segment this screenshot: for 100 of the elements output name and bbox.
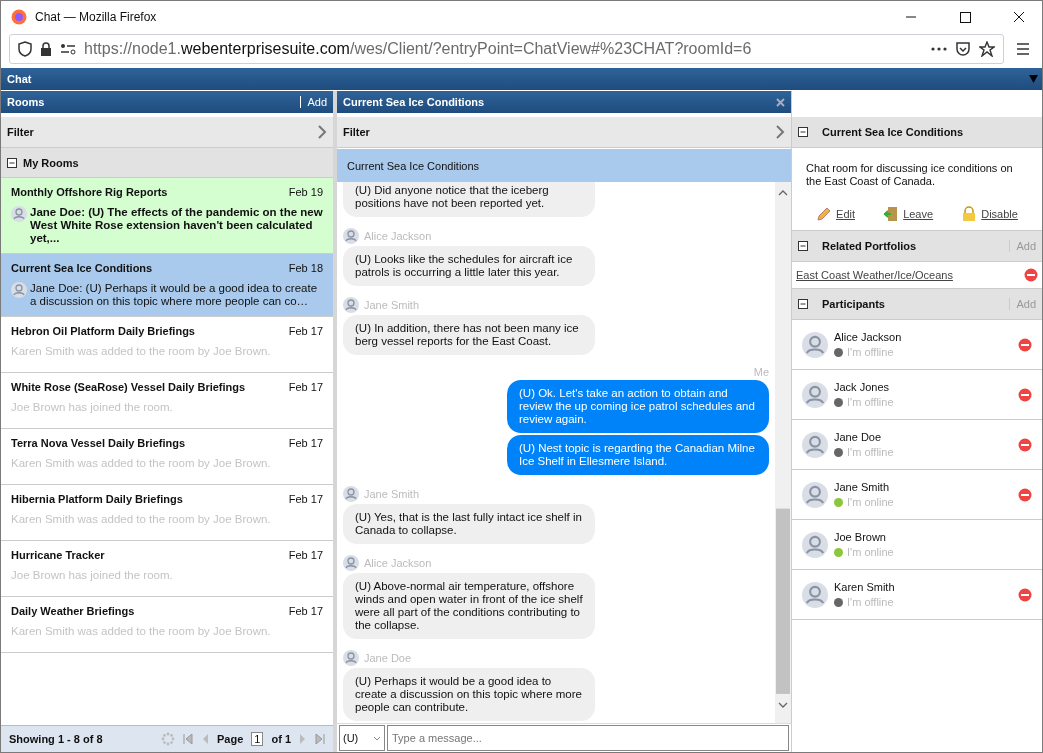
room-date: Feb 17 bbox=[288, 493, 323, 505]
remove-icon[interactable] bbox=[1018, 337, 1032, 352]
participant-name: Jane Smith bbox=[834, 481, 891, 493]
message-bubble: (U) Ok. Let's take an action to obtain and review the up coming ice patrol schedules and review again. bbox=[507, 380, 769, 433]
participant-status: I'm offline bbox=[834, 396, 1012, 408]
address-field[interactable]: https://node1.webenterprisesuite.com/wes/Client/?entryPoint=ChatView#%23CHAT?roomId=6 bbox=[9, 34, 1004, 64]
room-item[interactable]: Current Sea Ice Conditions Feb 18 Jane Doe: (U) Perhaps it would be a good idea to create a discussion on this topic where more people can co… bbox=[1, 254, 333, 317]
avatar-icon bbox=[11, 206, 27, 222]
action-link[interactable]: Disable bbox=[961, 206, 1018, 222]
star-icon[interactable] bbox=[979, 41, 995, 57]
pocket-icon[interactable] bbox=[955, 41, 971, 57]
room-date: Feb 17 bbox=[288, 381, 323, 393]
sender-name: Jane Smith bbox=[364, 488, 420, 500]
scrollbar[interactable] bbox=[775, 182, 791, 723]
collapse-icon[interactable] bbox=[7, 157, 17, 168]
lock-icon bbox=[40, 42, 52, 56]
filter-bar[interactable]: Filter bbox=[337, 117, 791, 148]
avatar-icon bbox=[11, 282, 27, 298]
chevron-right-icon[interactable] bbox=[776, 125, 785, 139]
section-title: Participants bbox=[822, 298, 885, 310]
url-text: https://node1.webenterprisesuite.com/wes/Client/?entryPoint=ChatView#%23CHAT?roomId=6 bbox=[84, 40, 753, 58]
filter-bar[interactable]: Filter bbox=[1, 117, 333, 148]
page-count: of 1 bbox=[271, 733, 291, 745]
section-title: Related Portfolios bbox=[822, 240, 917, 252]
collapse-icon[interactable] bbox=[798, 241, 808, 251]
room-description: Chat room for discussing ice conditions on the East Coast of Canada. bbox=[805, 161, 1014, 189]
app-title: Chat bbox=[7, 73, 32, 85]
room-date: Feb 17 bbox=[288, 325, 323, 337]
message-bubble: (U) Looks like the schedules for aircraft ice patrols is occurring a little later this year. bbox=[343, 246, 595, 286]
loading-icon bbox=[161, 732, 175, 746]
message-bubble: (U) Nest topic is regarding the Canadian Milne Ice Shelf in Ellesmere Island. bbox=[507, 435, 769, 475]
participant-name: Alice Jackson bbox=[834, 331, 903, 343]
participant-name: Joe Brown bbox=[834, 531, 887, 543]
avatar-icon bbox=[343, 297, 359, 313]
message-bubble: (U) Yes, that is the last fully intact ice shelf in Canada to collapse. bbox=[343, 504, 595, 544]
section-title: Current Sea Ice Conditions bbox=[822, 126, 964, 138]
message-bubble: (U) Did anyone notice that the iceberg positions have not been reported yet. bbox=[343, 182, 595, 217]
room-name: Daily Weather Briefings bbox=[11, 605, 135, 617]
message-input[interactable]: Type a message... bbox=[387, 725, 789, 751]
chevron-right-icon[interactable] bbox=[318, 125, 327, 139]
avatar-icon bbox=[802, 531, 828, 558]
showing-text: Showing 1 - 8 of 8 bbox=[9, 733, 104, 745]
room-preview: Jane Doe: (U) The effects of the pandemic on the new West White Rose extension haven't been calculated yet,... bbox=[30, 206, 323, 245]
avatar-icon bbox=[343, 486, 359, 502]
participant-name: Jack Jones bbox=[834, 381, 891, 393]
dropdown-icon[interactable] bbox=[1029, 75, 1038, 83]
padlock-icon bbox=[961, 206, 978, 222]
room-preview: Joe Brown has joined the room. bbox=[11, 569, 174, 583]
participant-status: I'm online bbox=[834, 546, 1032, 558]
pencil-icon bbox=[816, 206, 833, 222]
participant-status: I'm online bbox=[834, 496, 1012, 508]
chat-title: Current Sea Ice Conditions bbox=[343, 96, 485, 108]
page-field[interactable]: 1 bbox=[251, 732, 264, 746]
message-bubble: (U) Perhaps it would be a good idea to create a discussion on this topic where more people can contribute. bbox=[343, 668, 595, 721]
room-preview: Jane Doe: (U) Perhaps it would be a good idea to create a discussion on this topic where more people can co… bbox=[30, 282, 319, 308]
sender-name: Alice Jackson bbox=[364, 230, 432, 242]
remove-icon[interactable] bbox=[1018, 487, 1032, 502]
classification-select[interactable]: (U) bbox=[339, 725, 385, 751]
participant-name: Jane Doe bbox=[834, 431, 883, 443]
room-date: Feb 17 bbox=[288, 605, 323, 617]
room-bar-title: Current Sea Ice Conditions bbox=[347, 159, 480, 172]
group-title: My Rooms bbox=[23, 156, 79, 169]
room-name: Hebron Oil Platform Daily Briefings bbox=[11, 325, 195, 337]
avatar-icon bbox=[343, 650, 359, 666]
room-name: White Rose (SeaRose) Vessel Daily Briefings bbox=[11, 381, 246, 393]
avatar-icon bbox=[343, 228, 359, 244]
remove-icon[interactable] bbox=[1018, 587, 1032, 602]
sender-name: Alice Jackson bbox=[364, 557, 432, 569]
shield-icon bbox=[18, 41, 32, 57]
caret-icon bbox=[373, 735, 381, 741]
room-name: Hibernia Platform Daily Briefings bbox=[11, 493, 183, 505]
sender-name: Jane Doe bbox=[364, 652, 412, 664]
room-date: Feb 17 bbox=[288, 549, 323, 561]
collapse-icon[interactable] bbox=[798, 127, 808, 137]
avatar-icon bbox=[802, 431, 828, 458]
more-icon[interactable] bbox=[931, 47, 947, 51]
avatar-icon bbox=[802, 381, 828, 408]
room-date: Feb 17 bbox=[288, 437, 323, 449]
avatar-icon bbox=[802, 581, 828, 608]
message-bubble: (U) In addition, there has not been many ice berg vessel reports for the East Coast. bbox=[343, 315, 595, 355]
remove-icon[interactable] bbox=[1018, 387, 1032, 402]
avatar-icon bbox=[802, 481, 828, 508]
remove-icon[interactable] bbox=[1024, 268, 1038, 282]
room-name: Monthly Offshore Rig Reports bbox=[11, 186, 168, 198]
rooms-title: Rooms bbox=[7, 96, 45, 108]
collapse-icon[interactable] bbox=[798, 299, 808, 309]
action-link[interactable]: Leave bbox=[883, 206, 934, 222]
door-icon bbox=[883, 206, 900, 222]
sender-name: Jane Smith bbox=[364, 299, 420, 311]
portfolio-link[interactable]: East Coast Weather/Ice/Oceans bbox=[796, 269, 953, 281]
sender-name: Me bbox=[753, 366, 769, 378]
remove-icon[interactable] bbox=[1018, 437, 1032, 452]
action-link[interactable]: Edit bbox=[816, 206, 855, 222]
room-item[interactable]: Monthly Offshore Rig Reports Feb 19 Jane Doe: (U) The effects of the pandemic on the new West White Rose extension haven't been calculated yet,... bbox=[1, 178, 333, 254]
room-name: Current Sea Ice Conditions bbox=[11, 262, 153, 274]
last-page-icon[interactable] bbox=[315, 733, 325, 745]
sliders-icon bbox=[60, 43, 76, 55]
add-link[interactable]: Add bbox=[300, 96, 327, 108]
first-page-icon[interactable] bbox=[183, 733, 193, 745]
participant-status: I'm offline bbox=[834, 596, 1012, 608]
